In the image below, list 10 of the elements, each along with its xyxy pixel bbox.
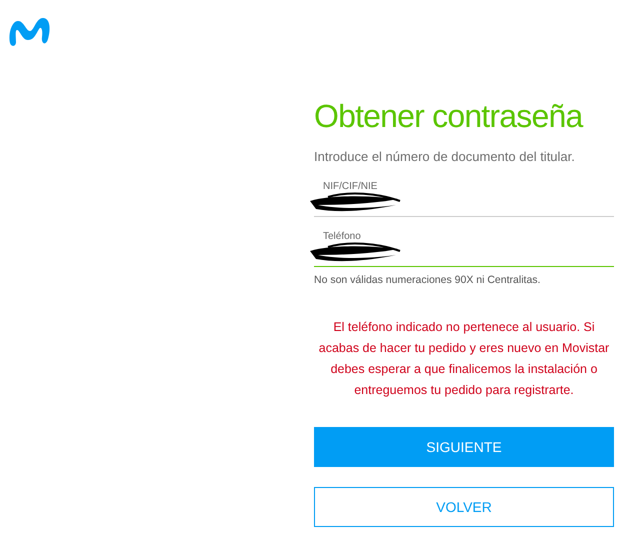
intro-text: Introduce el número de documento del titular. (314, 148, 576, 166)
field-label: Teléfono (323, 230, 361, 244)
hint-text: No son válidas numeraciones 90X ni Centralitas. (314, 272, 542, 288)
field-label: NIF/CIF/NIE (323, 180, 378, 194)
error-message: El teléfono indicado no pertenece al usuario. Si acabas de hacer tu pedido y eres nuevo en Movistar debes esperar a que finalicemos la instalación o entreguemos tu pedido para registrarte. (318, 319, 610, 400)
input-field[interactable]: NIF/CIF/NIE (314, 178, 614, 216)
input-field[interactable]: Teléfono (314, 228, 614, 266)
page-title: Obtener contraseña (314, 97, 584, 136)
next-button[interactable]: SIGUIENTE (314, 427, 614, 468)
back-button[interactable]: VOLVER (314, 487, 614, 528)
